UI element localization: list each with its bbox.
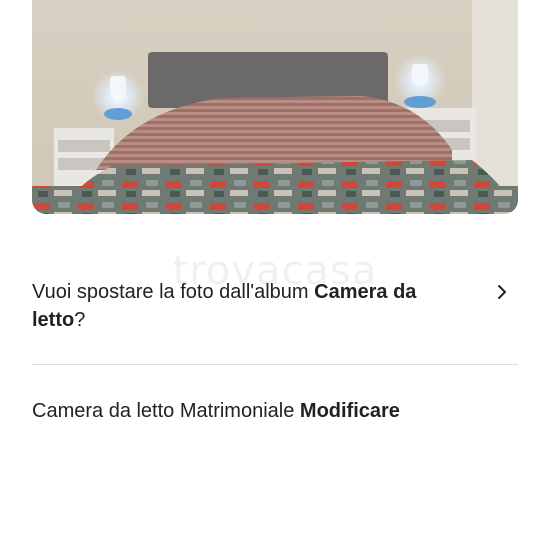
bedroom-photo-image — [32, 0, 518, 214]
move-prompt-prefix: Vuoi spostare la foto dall'album — [32, 281, 315, 303]
edit-button[interactable]: Modificare — [300, 400, 400, 422]
move-photo-album-row[interactable]: Vuoi spostare la foto dall'album Camera … — [32, 278, 518, 342]
chevron-right-icon[interactable] — [492, 282, 512, 302]
section-divider — [32, 364, 518, 365]
move-photo-prompt: Vuoi spostare la foto dall'album Camera … — [32, 278, 472, 334]
room-label-row: Camera da letto Matrimoniale Modificare — [32, 397, 400, 425]
photo-detail-screen: trovacasa Vuoi spostare la foto dall'alb… — [0, 0, 550, 550]
room-label: Camera da letto Matrimoniale — [32, 400, 295, 422]
room-photo[interactable] — [32, 0, 518, 214]
move-prompt-suffix: ? — [74, 309, 86, 331]
